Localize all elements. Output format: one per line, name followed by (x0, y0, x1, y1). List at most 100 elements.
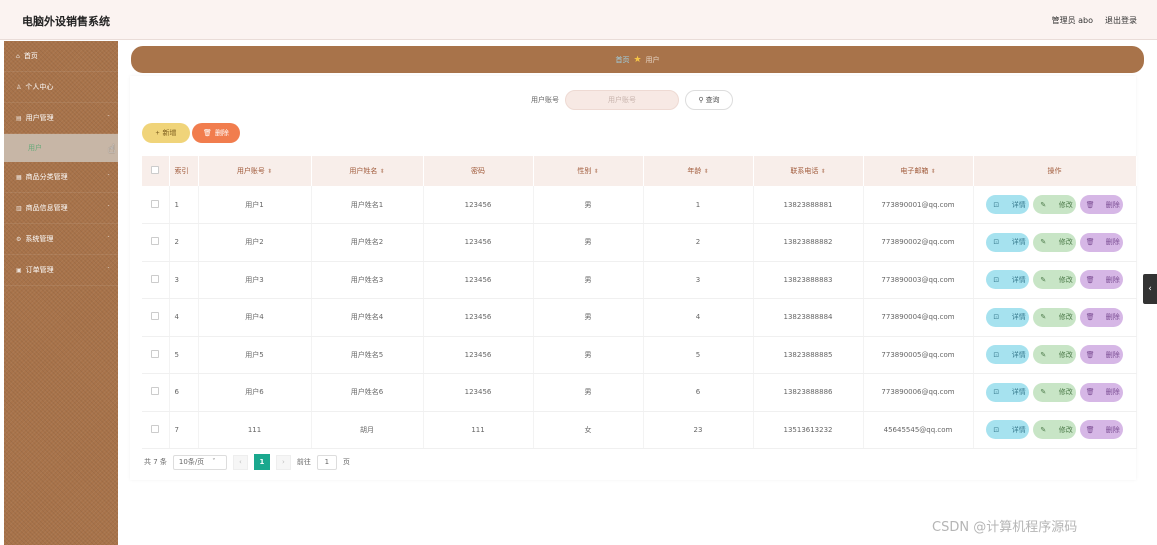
detail-button[interactable]: ⊡ 详情 (986, 382, 1029, 402)
watermark: CSDN @计算机程序源码 (932, 520, 1078, 535)
row-checkbox[interactable] (142, 373, 170, 412)
chevron-up-icon: ˆ (107, 114, 110, 122)
cell-age: 1 (643, 186, 754, 224)
cell-account: 用户5 (198, 336, 312, 374)
sidebar-item-system[interactable]: ⚙ 系统管理 ˇ (4, 224, 118, 255)
add-button-label: 新增 (162, 130, 177, 137)
cell-index: 2 (169, 223, 199, 262)
edit-button[interactable]: ✎ 修改 (1033, 195, 1076, 214)
detail-icon: ⊡ (993, 350, 1000, 359)
select-all-checkbox[interactable] (142, 156, 170, 186)
column-header[interactable]: 性别 ⬍ (533, 156, 644, 186)
detail-button[interactable]: ⊡ 详情 (986, 307, 1029, 327)
cell-password: 123456 (423, 223, 534, 262)
breadcrumb-current: 用户 (645, 55, 660, 64)
cell-phone: 13823888883 (753, 261, 864, 299)
row-checkbox[interactable] (142, 223, 170, 262)
cell-gender: 男 (533, 298, 644, 337)
goto-page-input[interactable]: 1 (316, 454, 337, 470)
detail-button[interactable]: ⊡ 详情 (986, 232, 1029, 252)
cell-index: 6 (169, 373, 199, 412)
cell-actions: ⊡ 详情 ✎ 修改 🗑 删除 (973, 298, 1137, 337)
trash-icon: 🗑 (1085, 425, 1095, 434)
row-checkbox[interactable] (142, 336, 170, 374)
cell-email: 773890001@qq.com (863, 186, 974, 224)
sidebar-item-label: 用户管理 (25, 114, 54, 122)
detail-button[interactable]: ⊡ 详情 (986, 270, 1029, 290)
table-header-row: 索引 用户账号 ⬍ 用户姓名 ⬍ 密码 性别 ⬍ 年龄 ⬍ 联系电话 ⬍ 电子邮… (142, 156, 1137, 186)
cell-actions: ⊡ 详情 ✎ 修改 🗑 删除 (973, 411, 1137, 449)
cell-email: 773890005@qq.com (863, 336, 974, 374)
table-row: 5 用户5 用户姓名5 123456 男 5 13823888885 773890005@qq… (142, 336, 1137, 374)
logout-link[interactable]: 退出登录 (1105, 15, 1137, 26)
sidebar-item-users[interactable]: ▤ 用户管理 ˆ (4, 103, 118, 134)
row-delete-button[interactable]: 🗑 删除 (1080, 270, 1123, 290)
delete-button[interactable]: 🗑 删除 (192, 123, 240, 143)
edit-button[interactable]: ✎ 修改 (1033, 382, 1076, 402)
detail-icon: ⊡ (993, 388, 1000, 397)
cell-gender: 男 (533, 336, 644, 374)
cell-age: 2 (643, 223, 754, 262)
current-user: 管理员 abo (1051, 16, 1093, 25)
row-delete-button[interactable]: 🗑 删除 (1080, 307, 1123, 327)
sidebar-item-home[interactable]: ⌂ 首页 (4, 41, 118, 72)
sidebar-subitem-user[interactable]: 用户 ☝ (4, 134, 118, 162)
sidebar-subitem-label: 用户 (28, 144, 42, 152)
collapse-panel-button[interactable]: ‹ (1143, 274, 1157, 304)
sidebar-item-category[interactable]: ▦ 商品分类管理 ˇ (4, 162, 118, 193)
prev-page-button[interactable]: ‹ (232, 454, 248, 470)
sidebar-item-profile[interactable]: ♙ 个人中心 (4, 72, 118, 103)
pencil-icon: ✎ (1040, 388, 1047, 397)
detail-button[interactable]: ⊡ 详情 (986, 420, 1029, 440)
row-delete-button[interactable]: 🗑 删除 (1080, 232, 1123, 252)
search-input[interactable] (565, 90, 679, 110)
cell-name: 用户姓名2 (311, 223, 424, 262)
cell-name: 用户姓名4 (311, 298, 424, 337)
chevron-down-icon: ˇ (107, 235, 110, 243)
row-delete-button[interactable]: 🗑 删除 (1080, 382, 1123, 402)
breadcrumb-home[interactable]: 首页 (615, 55, 629, 65)
chevron-down-icon: ˇ (107, 204, 110, 212)
column-header[interactable]: 年龄 ⬍ (643, 156, 754, 186)
edit-button[interactable]: ✎ 修改 (1033, 345, 1076, 365)
detail-button[interactable]: ⊡ 详情 (986, 195, 1029, 214)
cell-password: 123456 (423, 298, 534, 337)
edit-button[interactable]: ✎ 修改 (1033, 307, 1076, 327)
row-checkbox[interactable] (142, 186, 170, 224)
row-delete-button[interactable]: 🗑 删除 (1080, 195, 1123, 214)
search-button-label: 查询 (705, 96, 720, 104)
sidebar: ⌂ 首页 ♙ 个人中心 ▤ 用户管理 ˆ 用户 ☝ ▦ 商品分类管理 ˇ ▥ 商… (4, 41, 118, 545)
row-checkbox[interactable] (142, 261, 170, 299)
hand-cursor-icon: ☝ (108, 142, 116, 156)
next-page-button[interactable]: › (275, 454, 291, 470)
cell-name: 用户姓名5 (311, 336, 424, 374)
sidebar-item-products[interactable]: ▥ 商品信息管理 ˇ (4, 193, 118, 224)
chevron-down-icon: ˇ (107, 266, 110, 274)
column-header[interactable]: 电子邮箱 ⬍ (863, 156, 974, 186)
column-header[interactable]: 用户账号 ⬍ (198, 156, 312, 186)
cell-age: 23 (643, 411, 754, 449)
edit-button[interactable]: ✎ 修改 (1033, 232, 1076, 252)
detail-icon: ⊡ (993, 425, 1000, 434)
delete-button-label: 删除 (214, 130, 229, 137)
cell-actions: ⊡ 详情 ✎ 修改 🗑 删除 (973, 373, 1137, 412)
star-icon: ★ (633, 54, 642, 65)
current-page[interactable]: 1 (253, 454, 270, 470)
row-delete-button[interactable]: 🗑 删除 (1080, 345, 1123, 365)
cell-phone: 13823888885 (753, 336, 864, 374)
row-checkbox[interactable] (142, 298, 170, 337)
page-size-select[interactable]: 10条/页 ˇ (172, 454, 227, 470)
detail-icon: ⊡ (993, 313, 1000, 322)
row-checkbox[interactable] (142, 411, 170, 449)
row-delete-button[interactable]: 🗑 删除 (1080, 420, 1123, 440)
column-header[interactable]: 联系电话 ⬍ (753, 156, 864, 186)
column-header[interactable]: 用户姓名 ⬍ (311, 156, 424, 186)
sidebar-item-orders[interactable]: ▣ 订单管理 ˇ (4, 255, 118, 286)
cell-email: 45645545@qq.com (863, 411, 974, 449)
search-button[interactable]: ⚲ 查询 (685, 90, 733, 110)
edit-button[interactable]: ✎ 修改 (1033, 270, 1076, 290)
edit-button[interactable]: ✎ 修改 (1033, 420, 1076, 440)
add-button[interactable]: + 新增 (142, 123, 190, 143)
detail-button[interactable]: ⊡ 详情 (986, 345, 1029, 365)
sidebar-item-label: 首页 (23, 52, 38, 60)
